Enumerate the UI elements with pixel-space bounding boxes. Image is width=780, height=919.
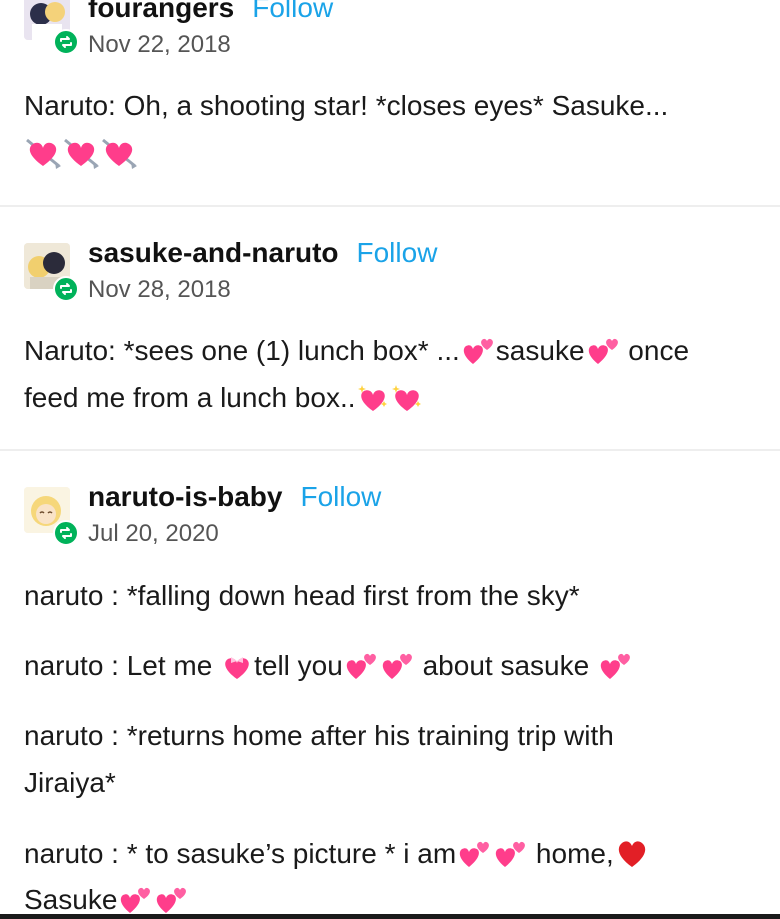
heart-with-arrow-icon [26,138,61,169]
text-segment: home, [528,838,614,869]
two-hearts-icon [463,338,493,364]
two-hearts-icon [495,841,526,867]
text-segment: naruto : *falling down head first from t… [24,580,580,611]
text-segment: feed me from a lunch box.. [24,382,356,413]
reblog-icon [53,276,79,302]
reblog-icon [53,520,79,546]
post-date[interactable]: Jul 20, 2020 [88,520,219,548]
red-heart-icon [618,841,645,867]
two-hearts-icon [588,338,618,364]
text-segment: Naruto: Oh, a shooting star! *closes eye… [24,90,669,121]
username[interactable]: naruto-is-baby [88,481,282,513]
sparkling-heart-icon [391,385,421,411]
text-segment: tell you [254,650,343,681]
heart-with-arrow-icon [64,138,99,169]
post-date[interactable]: Nov 22, 2018 [88,31,231,59]
heart-with-ribbon-icon [225,657,249,679]
post-text-line: feed me from a lunch box.. [24,382,424,414]
post-text-line: naruto : * to sasuke’s picture * i am ho… [24,837,650,870]
text-segment: once [620,335,690,366]
text-segment: naruto : * to sasuke’s picture * i am [24,838,457,869]
text-segment: naruto : *returns home after his trainin… [24,720,614,751]
post-text-line: Sasuke [24,884,189,916]
username[interactable]: fourangers [88,0,234,24]
post-text: Naruto: Oh, a shooting star! *closes eye… [24,90,668,122]
two-hearts-icon [382,653,412,679]
post-text-line: naruto : Let me tell you about sasuke [24,650,633,682]
post-divider [0,205,780,207]
follow-button[interactable]: Follow [300,481,381,513]
reblog-icon [53,29,79,55]
username[interactable]: sasuke-and-naruto [88,237,339,269]
text-segment: Jiraiya* [24,767,116,798]
two-hearts-icon [459,841,490,867]
post-divider [0,449,780,451]
two-hearts-icon [157,887,187,913]
two-hearts-icon [121,887,151,913]
sparkling-heart-icon [357,385,387,411]
two-hearts-icon [346,653,376,679]
emoji-row [24,136,138,171]
follow-button[interactable]: Follow [252,0,333,24]
text-segment: naruto : Let me [24,650,221,681]
post-text-line: naruto : *returns home after his trainin… [24,720,614,752]
heart-with-arrow-icon [102,138,137,169]
two-hearts-icon [600,653,630,679]
text-segment: Naruto: *sees one (1) lunch box* ... [24,335,460,366]
post-text-line: Naruto: *sees one (1) lunch box* ... sas… [24,335,689,367]
follow-button[interactable]: Follow [357,237,438,269]
post-date[interactable]: Nov 28, 2018 [88,276,231,304]
bottom-edge-bar [0,914,780,919]
post-text-line: Jiraiya* [24,767,116,799]
post-text-line: naruto : *falling down head first from t… [24,580,580,612]
text-segment: about sasuke [414,650,597,681]
text-segment: Sasuke [24,884,118,915]
text-segment: sasuke [495,335,585,366]
